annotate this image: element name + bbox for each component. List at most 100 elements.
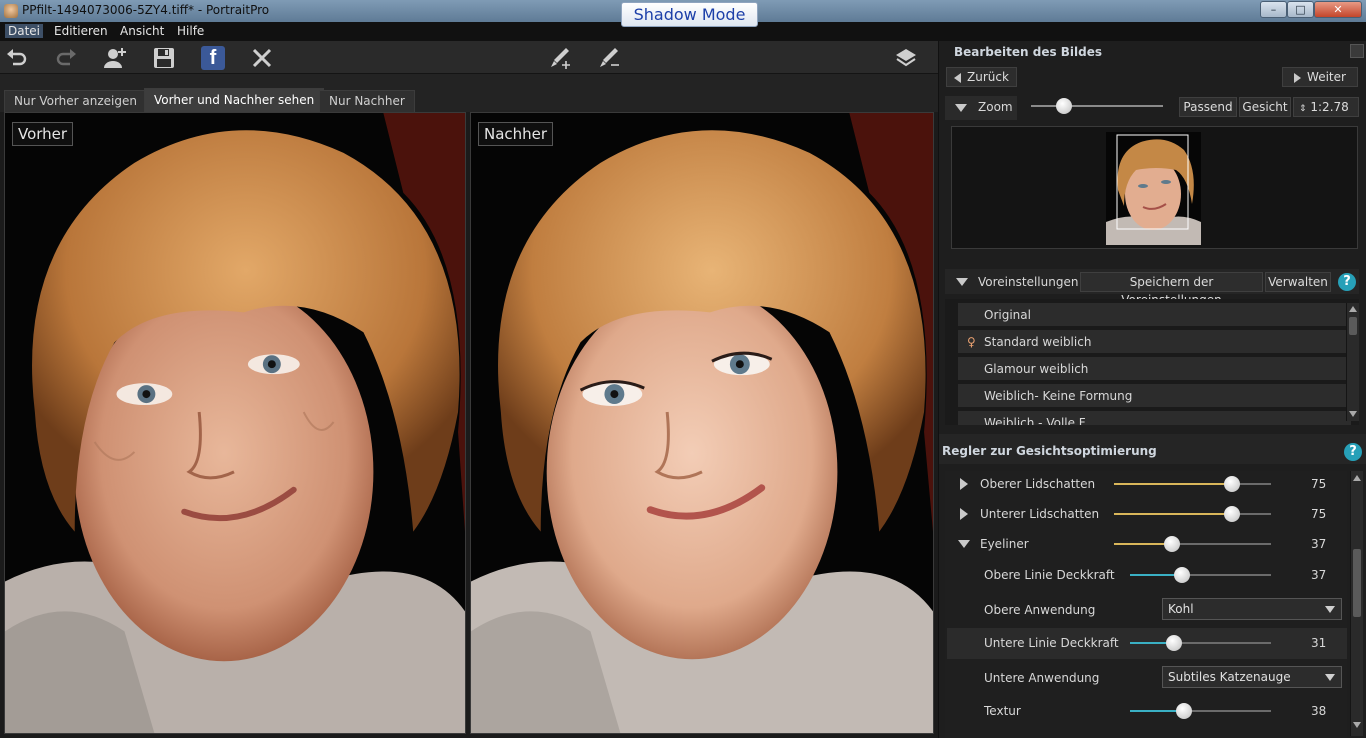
edit-section-title: Bearbeiten des Bildes [954, 45, 1103, 59]
slider-knob[interactable] [1174, 567, 1191, 583]
minimize-button[interactable]: – [1260, 1, 1287, 18]
menu-ansicht[interactable]: Ansicht [120, 24, 164, 38]
slider-value: 37 [1311, 568, 1327, 582]
slider-knob[interactable] [1223, 476, 1240, 492]
next-button[interactable]: Weiter [1282, 67, 1358, 87]
slider-knob[interactable] [1223, 506, 1240, 522]
chevron-right-icon[interactable] [960, 478, 968, 490]
undock-icon[interactable] [1350, 44, 1364, 58]
preset-label: Original [984, 308, 1031, 322]
navigator-thumbnail [1106, 132, 1201, 245]
dropdown-value: Subtiles Katzenauge [1168, 670, 1291, 684]
preset-original[interactable]: Original [958, 303, 1351, 327]
scroll-up-icon[interactable] [1353, 475, 1361, 481]
layers-icon[interactable] [894, 46, 918, 70]
scroll-up-icon[interactable] [1349, 306, 1357, 312]
preset-label: Weiblich - Volle F... [984, 416, 1096, 425]
slider-row-eyeliner: Eyeliner 37 [947, 529, 1350, 559]
slider-label: Unterer Lidschatten [980, 507, 1100, 521]
preset-standard-female[interactable]: ♀ Standard weiblich [958, 330, 1351, 354]
menu-editieren[interactable]: Editieren [54, 24, 108, 38]
fit-button[interactable]: Passend [1179, 97, 1237, 117]
zoom-ratio-field[interactable]: ⇕ 1:2.78 [1293, 97, 1359, 117]
preset-glamour-female[interactable]: Glamour weiblich [958, 357, 1351, 381]
female-icon: ♀ [967, 335, 976, 349]
window-title: PPfilt-1494073006-5ZY4.tiff* - PortraitP… [22, 3, 270, 17]
scroll-down-icon[interactable] [1353, 722, 1361, 728]
zoom-slider[interactable] [1031, 98, 1163, 114]
slider-track[interactable] [1130, 703, 1271, 719]
facebook-icon[interactable]: f [201, 46, 225, 70]
slider-track[interactable] [1114, 536, 1271, 552]
chevron-down-icon [955, 104, 967, 112]
optimizer-scrollbar[interactable] [1350, 471, 1363, 736]
face-button[interactable]: Gesicht [1239, 97, 1291, 117]
zoom-toggle[interactable]: Zoom [945, 96, 1017, 120]
scroll-down-icon[interactable] [1349, 411, 1357, 417]
slider-track[interactable] [1114, 506, 1271, 522]
slider-row-texture: Textur 38 [947, 696, 1350, 726]
presets-scrollbar[interactable] [1346, 303, 1359, 421]
menu-hilfe[interactable]: Hilfe [177, 24, 204, 38]
upper-application-dropdown[interactable]: Kohl [1162, 598, 1342, 620]
lower-application-label: Untere Anwendung [984, 671, 1100, 685]
preset-label: Weiblich- Keine Formung [984, 389, 1133, 403]
slider-row-lower-eyeshadow: Unterer Lidschatten 75 [947, 499, 1350, 529]
zoom-slider-knob[interactable] [1056, 98, 1072, 114]
tab-before-only[interactable]: Nur Vorher anzeigen [4, 90, 147, 112]
add-person-icon[interactable] [103, 46, 127, 70]
slider-knob[interactable] [1164, 536, 1181, 552]
slider-value: 37 [1311, 537, 1327, 551]
close-icon[interactable] [250, 46, 274, 70]
back-button[interactable]: Zurück [946, 67, 1017, 87]
slider-row-lower-line-opacity: Untere Linie Deckkraft 31 [947, 628, 1350, 658]
navigator-panel[interactable] [951, 126, 1358, 249]
optimizer-help-icon[interactable]: ? [1344, 443, 1362, 461]
caret-down-icon [1325, 674, 1335, 681]
slider-value: 75 [1311, 477, 1327, 491]
tab-after-only[interactable]: Nur Nachher [319, 90, 415, 112]
slider-row-upper-line-opacity: Obere Linie Deckkraft 37 [947, 560, 1350, 590]
save-presets-button[interactable]: Speichern der Voreinstellungen [1080, 272, 1263, 307]
toolbar: f [0, 41, 938, 74]
slider-knob[interactable] [1165, 635, 1182, 651]
preset-female-no-shaping[interactable]: Weiblich- Keine Formung [958, 384, 1351, 408]
slider-track[interactable] [1114, 476, 1271, 492]
redo-icon[interactable] [54, 46, 78, 70]
scroll-thumb[interactable] [1349, 317, 1357, 335]
shadow-mode-badge[interactable]: Shadow Mode [621, 2, 758, 27]
presets-help-icon[interactable]: ? [1338, 273, 1356, 291]
slider-value: 38 [1311, 704, 1327, 718]
view-tabs: Nur Vorher anzeigen Vorher und Nachher s… [0, 74, 938, 112]
slider-track[interactable] [1130, 635, 1271, 651]
lower-application-dropdown[interactable]: Subtiles Katzenauge [1162, 666, 1342, 688]
menu-datei[interactable]: Datei [5, 24, 44, 38]
back-label: Zurück [967, 70, 1009, 84]
manage-presets-button[interactable]: Verwalten [1265, 272, 1331, 292]
before-label: Vorher [12, 122, 74, 146]
after-image-pane[interactable]: Nachher [470, 112, 934, 734]
chevron-right-icon[interactable] [960, 508, 968, 520]
chevron-down-icon[interactable] [956, 278, 968, 286]
optimizer-section-title: Regler zur Gesichtsoptimierung [942, 444, 1157, 458]
before-image-pane[interactable]: Vorher [4, 112, 466, 734]
slider-label: Oberer Lidschatten [980, 477, 1096, 491]
slider-knob[interactable] [1175, 703, 1192, 719]
slider-value: 31 [1311, 636, 1327, 650]
chevron-right-icon [1294, 72, 1302, 83]
maximize-button[interactable]: □ [1287, 1, 1314, 18]
save-icon[interactable] [152, 46, 176, 70]
tab-before-after[interactable]: Vorher und Nachher sehen [144, 88, 325, 112]
chevron-down-icon[interactable] [958, 540, 970, 548]
slider-track[interactable] [1130, 567, 1271, 583]
brush-remove-icon[interactable] [597, 46, 621, 70]
slider-value: 75 [1311, 507, 1327, 521]
scroll-thumb[interactable] [1353, 549, 1361, 617]
presets-label: Voreinstellungen [978, 275, 1079, 289]
app-icon [4, 4, 18, 18]
chevron-left-icon [954, 72, 962, 83]
brush-add-icon[interactable] [548, 46, 572, 70]
preset-female-full[interactable]: Weiblich - Volle F... [958, 411, 1351, 425]
close-window-button[interactable]: ✕ [1314, 1, 1362, 18]
undo-icon[interactable] [5, 46, 29, 70]
